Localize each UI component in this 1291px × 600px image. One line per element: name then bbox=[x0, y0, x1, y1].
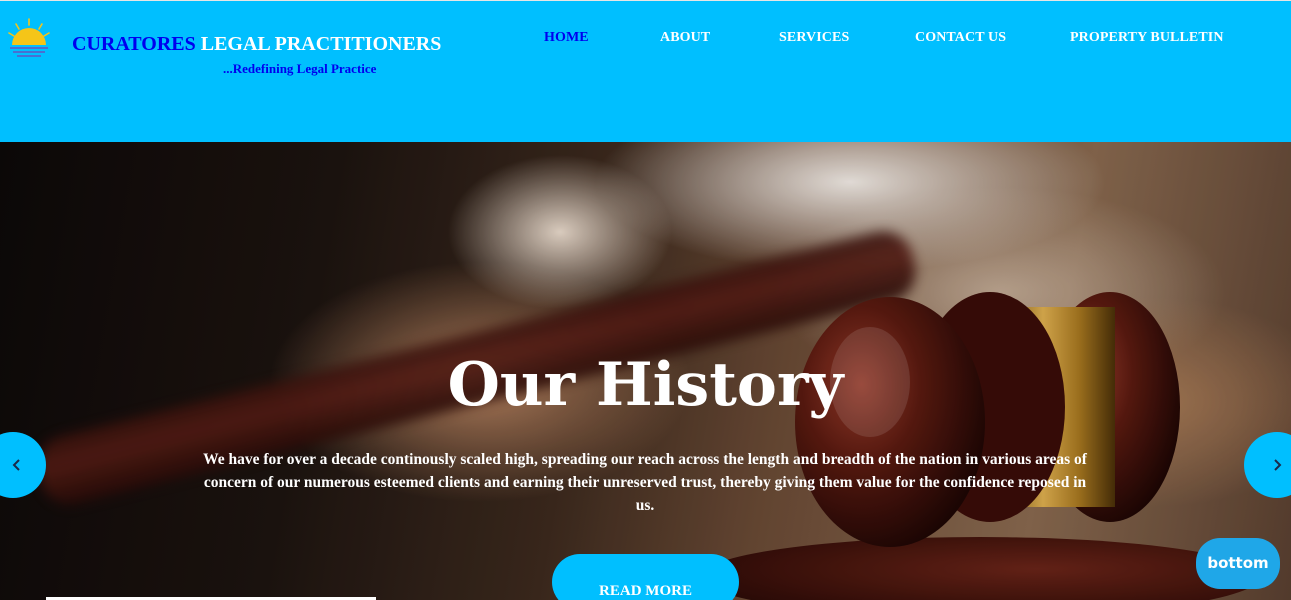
hero-slider: Our History We have for over a decade co… bbox=[0, 142, 1291, 600]
brand-name[interactable]: CURATORES LEGAL PRACTITIONERS bbox=[72, 33, 441, 56]
hero-title: Our History bbox=[447, 350, 844, 420]
read-more-button[interactable]: READ MORE bbox=[552, 554, 739, 600]
nav-services[interactable]: SERVICES bbox=[779, 30, 849, 46]
brand-name-primary: CURATORES bbox=[72, 33, 196, 55]
hero-description: We have for over a decade continously sc… bbox=[203, 451, 1087, 514]
chevron-right-icon bbox=[1274, 459, 1282, 471]
site-header: CURATORES LEGAL PRACTITIONERS ...Redefin… bbox=[0, 0, 1291, 142]
nav-contact-us[interactable]: CONTACT US bbox=[915, 30, 1006, 46]
chevron-left-icon bbox=[12, 459, 20, 471]
scroll-bottom-button[interactable]: bottom bbox=[1196, 538, 1280, 589]
sunrise-icon[interactable] bbox=[6, 17, 52, 63]
brand-name-secondary: LEGAL PRACTITIONERS bbox=[195, 33, 442, 55]
nav-about[interactable]: ABOUT bbox=[660, 30, 710, 46]
nav-property-bulletin[interactable]: PROPERTY BULLETIN bbox=[1070, 30, 1224, 46]
nav-home[interactable]: HOME bbox=[544, 30, 589, 46]
brand-tagline: ...Redefining Legal Practice bbox=[223, 61, 377, 76]
